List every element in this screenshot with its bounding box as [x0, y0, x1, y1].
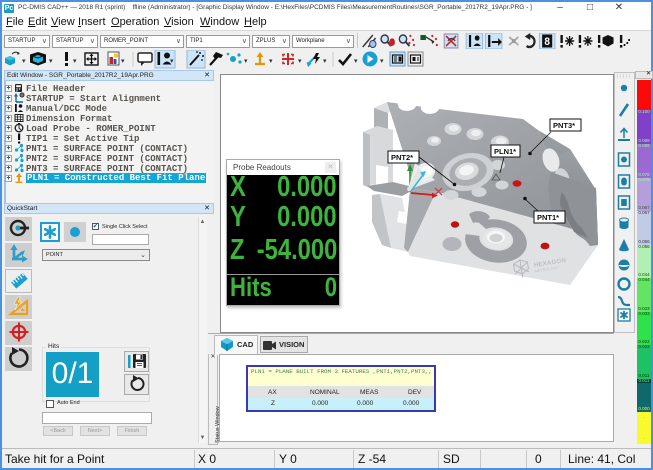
svg-text:▾: ▾ [269, 58, 273, 65]
svg-text:PNT3*: PNT3* [553, 121, 575, 130]
svg-text:▾: ▾ [22, 58, 26, 65]
svg-text:▾: ▾ [323, 58, 327, 65]
svg-text:PNT2*: PNT2* [391, 153, 413, 162]
svg-text:▾: ▾ [170, 58, 174, 65]
svg-text:PNT1*: PNT1* [537, 213, 559, 222]
svg-text:▾: ▾ [380, 58, 384, 65]
svg-text:PLN1*: PLN1* [494, 147, 516, 156]
svg-text:8: 8 [544, 36, 550, 49]
svg-text:▾: ▾ [354, 58, 358, 65]
svg-text:▾: ▾ [121, 58, 125, 65]
svg-text:▾: ▾ [244, 58, 248, 65]
svg-text:▾: ▾ [298, 58, 302, 65]
svg-text:▾: ▾ [49, 58, 53, 65]
svg-text:▾: ▾ [73, 58, 77, 65]
